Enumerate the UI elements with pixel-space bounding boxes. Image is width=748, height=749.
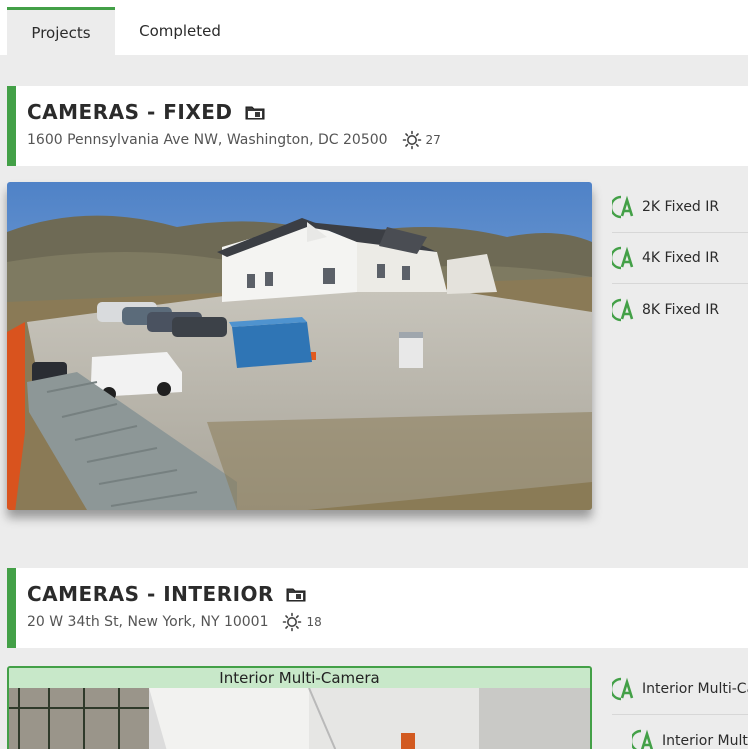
camera-status-icon [612,246,634,270]
tab-bar: Projects Completed [0,0,748,55]
folder-icon[interactable] [286,586,306,602]
construction-site-image [7,182,592,510]
camera-status-icon [612,677,634,701]
camera-name: Interior Multi-Camera [662,732,748,749]
camera-status-icon [632,729,654,749]
camera-item[interactable]: 4K Fixed IR [612,233,748,284]
camera-name: Interior Multi-Camera [642,681,748,697]
camera-name: 2K Fixed IR [642,199,720,215]
camera-status-icon [612,298,634,321]
sun-icon [402,130,421,150]
camera-name: 8K Fixed IR [642,301,720,318]
project-address: 20 W 34th St, New York, NY 10001 [27,614,269,630]
temperature: 27 [425,133,441,147]
project-card-interior[interactable]: CAMERAS - INTERIOR 20 W 34th St, New Yor… [7,568,748,648]
project-card-fixed[interactable]: CAMERAS - FIXED 1600 Pennsylvania Ave NW… [7,86,748,166]
folder-icon[interactable] [245,104,265,120]
tab-completed[interactable]: Completed [120,7,240,55]
tab-completed-label: Completed [139,22,221,40]
camera-list-interior: Interior Multi-Camera Interior Multi-Cam… [612,664,748,749]
temperature: 18 [306,615,322,629]
project-address: 1600 Pennsylvania Ave NW, Washington, DC… [27,132,388,148]
camera-name: 4K Fixed IR [642,250,720,266]
camera-snapshot[interactable] [7,182,592,510]
camera-list-fixed: 2K Fixed IR 4K Fixed IR 8K Fixed IR [612,182,748,335]
tab-projects[interactable]: Projects [7,7,115,55]
interior-camera-snapshot[interactable]: Interior Multi-Camera [7,666,592,749]
camera-item[interactable]: Interior Multi-Camera [612,664,748,715]
tab-projects-label: Projects [31,23,91,42]
project-title[interactable]: CAMERAS - INTERIOR [27,582,274,606]
sun-icon [283,612,302,632]
interior-site-image [9,687,590,749]
preview-label: Interior Multi-Camera [9,668,590,688]
camera-status-icon [612,195,634,219]
camera-item[interactable]: 8K Fixed IR [612,284,748,335]
camera-item[interactable]: Interior Multi-Camera [612,715,748,749]
project-title[interactable]: CAMERAS - FIXED [27,100,233,124]
camera-item[interactable]: 2K Fixed IR [612,182,748,233]
